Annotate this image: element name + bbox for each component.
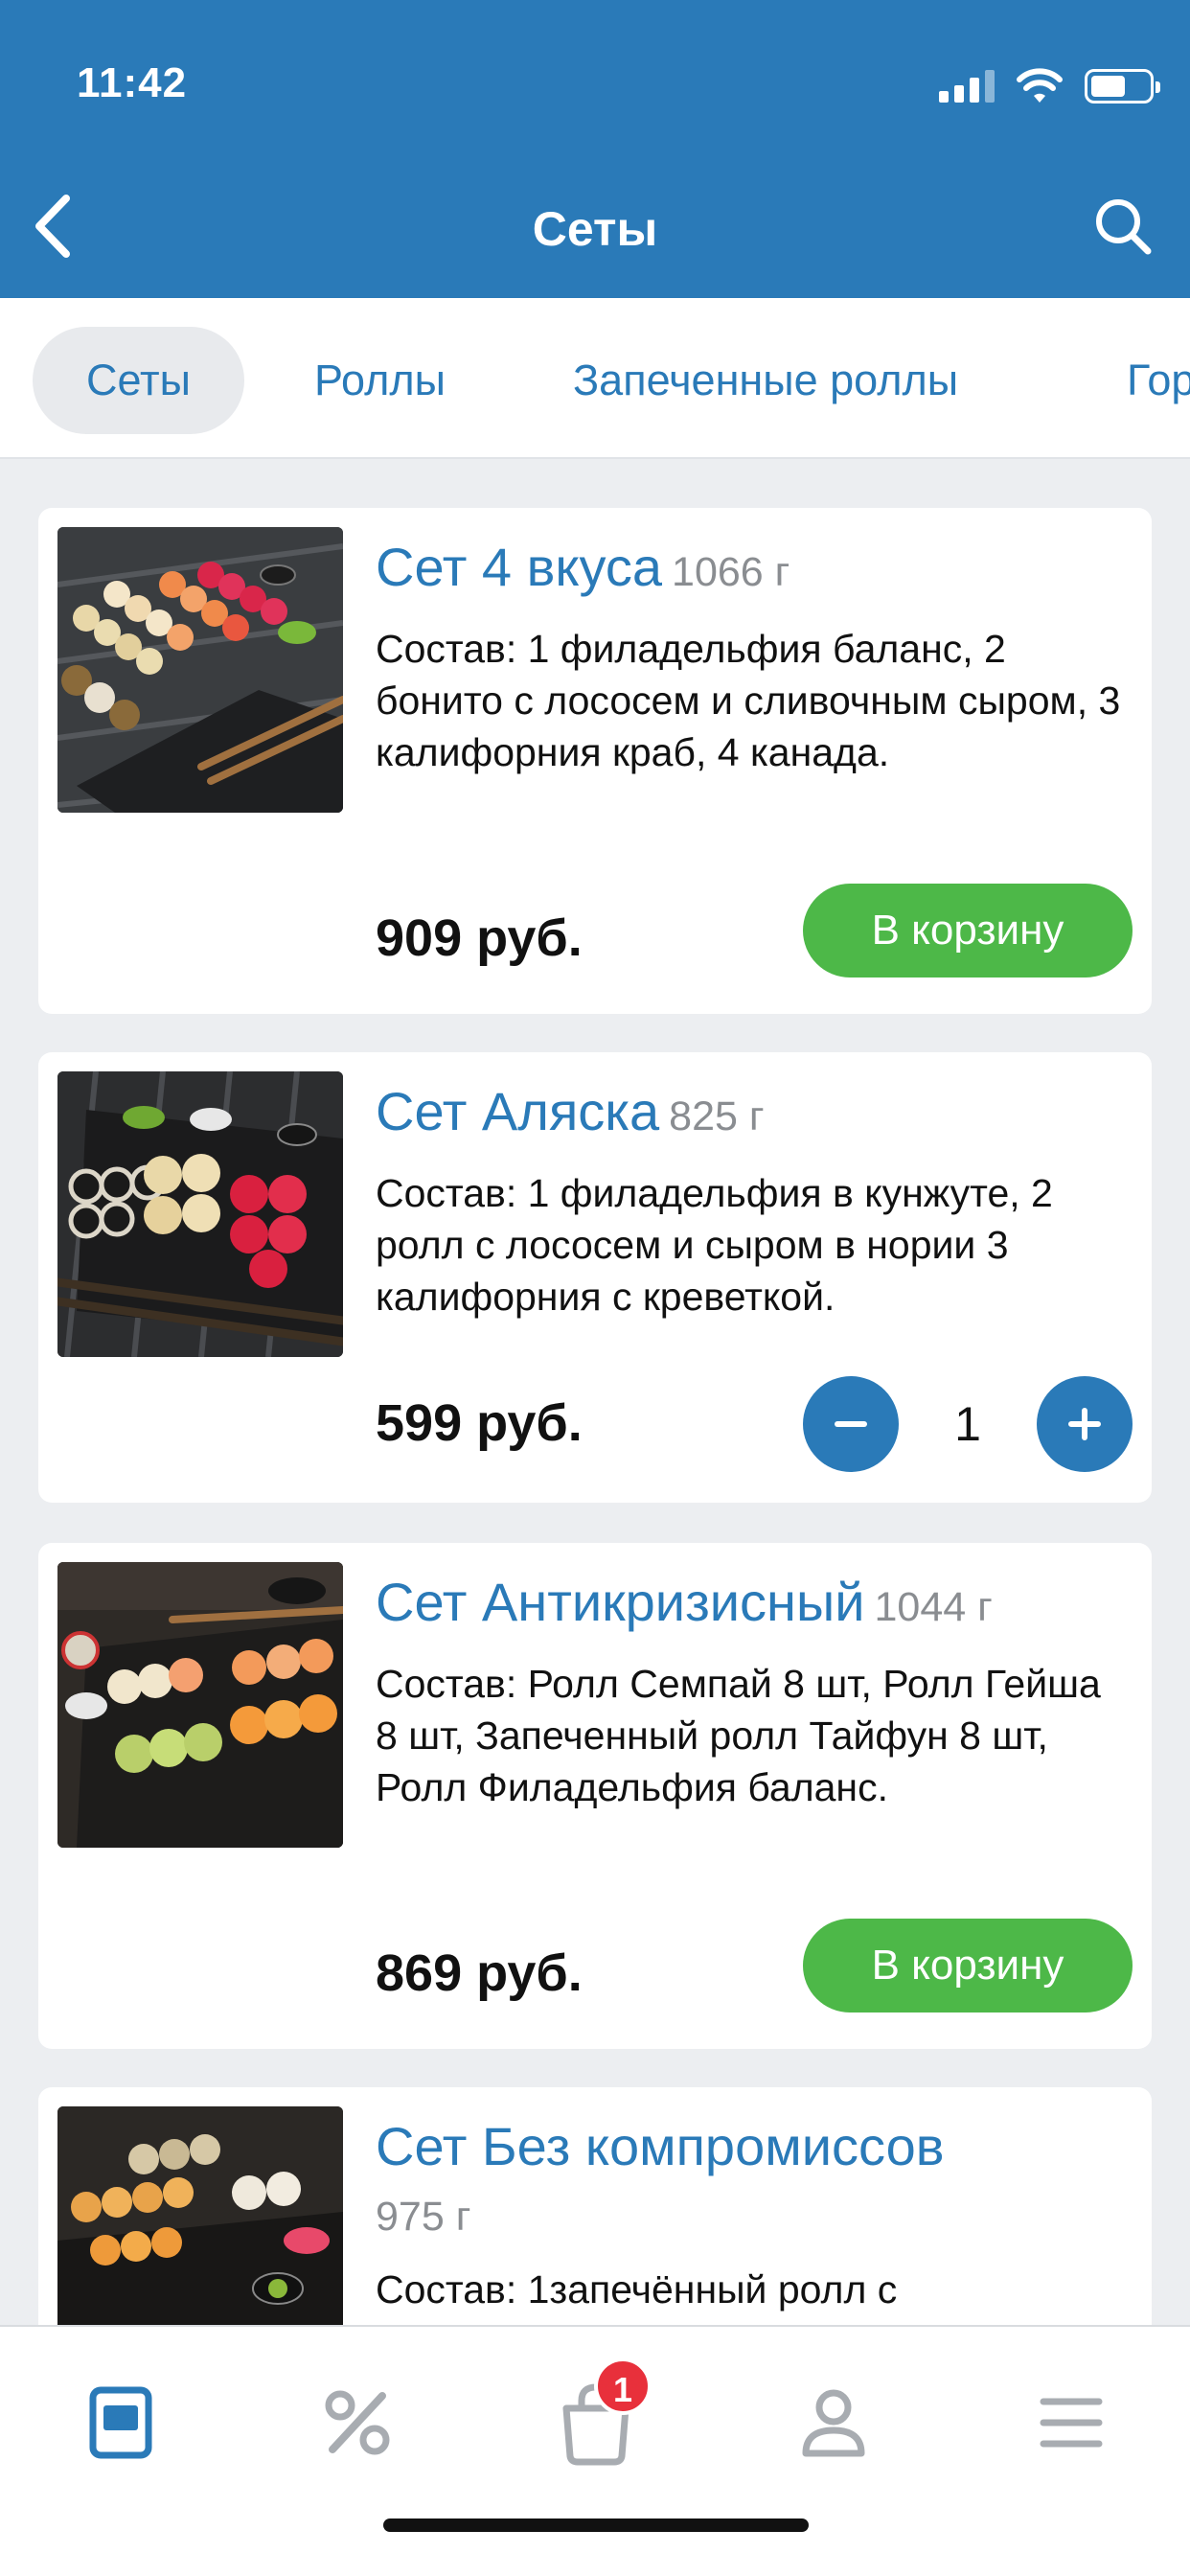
product-name: Сет Аляска [376, 1081, 660, 1141]
nav-cart[interactable]: 1 [538, 2358, 653, 2480]
product-description: Состав: Ролл Семпай 8 шт, Ролл Гейша 8 ш… [376, 1662, 1101, 1809]
app-header: 11:42 Сеты [0, 0, 1190, 298]
wifi-icon [1017, 68, 1063, 103]
page-title: Сеты [532, 202, 658, 256]
product-weight: 1066 г [672, 549, 790, 595]
product-card: Сет Антикризисный 1044 г Состав: Ролл Сем… [38, 1543, 1152, 2049]
product-price: 909 руб. [376, 909, 583, 967]
decrease-quantity-button[interactable] [803, 1376, 899, 1472]
add-to-cart-button[interactable]: В корзину [803, 1919, 1133, 2012]
add-to-cart-button[interactable]: В корзину [803, 884, 1133, 978]
increase-quantity-button[interactable] [1037, 1376, 1133, 1472]
tab-hot[interactable]: Гор [1073, 327, 1190, 434]
product-weight: 975 г [376, 2194, 471, 2240]
product-image[interactable] [57, 1562, 343, 1848]
bottom-navigation: 1 [0, 2325, 1190, 2576]
product-title[interactable]: Сет Без компромиссов 975 г [376, 2114, 1123, 2249]
product-card: Сет Аляска 825 г Состав: 1 филадельфия в … [38, 1052, 1152, 1503]
cart-count-badge: 1 [594, 2358, 652, 2415]
product-title[interactable]: Сет Антикризисный 1044 г [376, 1570, 1123, 1640]
product-title[interactable]: Сет Аляска 825 г [376, 1079, 1123, 1149]
quantity-stepper: 1 [803, 1376, 1133, 1472]
product-description: Состав: 1запечённый ролл с [376, 2267, 898, 2312]
tab-rolls[interactable]: Роллы [261, 327, 499, 434]
category-tabs: Сеты Роллы Запеченные роллы Гор [0, 298, 1190, 459]
tab-sets[interactable]: Сеты [33, 327, 244, 434]
battery-icon [1085, 69, 1160, 104]
product-price: 869 руб. [376, 1944, 583, 2002]
nav-profile[interactable] [776, 2365, 891, 2480]
profile-icon [802, 2389, 865, 2457]
cellular-signal-icon [939, 70, 995, 103]
home-indicator [383, 2518, 809, 2532]
product-name: Сет Антикризисный [376, 1572, 865, 1632]
nav-more[interactable] [1014, 2365, 1129, 2480]
product-card: Сет 4 вкуса 1066 г Состав: 1 филадельфия … [38, 508, 1152, 1014]
product-description: Состав: 1 филадельфия баланс, 2 бонито с… [376, 627, 1121, 774]
product-price: 599 руб. [376, 1394, 583, 1452]
product-weight: 1044 г [874, 1584, 993, 1630]
product-name: Сет Без компромиссов [376, 2116, 945, 2176]
nav-menu[interactable] [63, 2365, 178, 2480]
nav-promotions[interactable] [300, 2365, 415, 2480]
tab-baked-rolls[interactable]: Запеченные роллы [519, 327, 1012, 434]
status-icons [939, 59, 1160, 113]
minus-icon [835, 1421, 867, 1427]
menu-book-icon [89, 2386, 152, 2459]
product-image[interactable] [57, 527, 343, 813]
hamburger-menu-icon [1040, 2398, 1103, 2448]
product-name: Сет 4 вкуса [376, 537, 663, 597]
plus-icon [1068, 1408, 1101, 1440]
product-description: Состав: 1 филадельфия в кунжуте, 2 ролл … [376, 1171, 1053, 1319]
percent-icon [325, 2390, 390, 2455]
product-image[interactable] [57, 1071, 343, 1357]
product-title[interactable]: Сет 4 вкуса 1066 г [376, 535, 1123, 605]
search-button[interactable] [1085, 188, 1161, 264]
product-weight: 825 г [669, 1093, 765, 1139]
search-icon [1096, 199, 1152, 255]
status-time: 11:42 [77, 59, 188, 106]
quantity-value: 1 [954, 1397, 981, 1451]
